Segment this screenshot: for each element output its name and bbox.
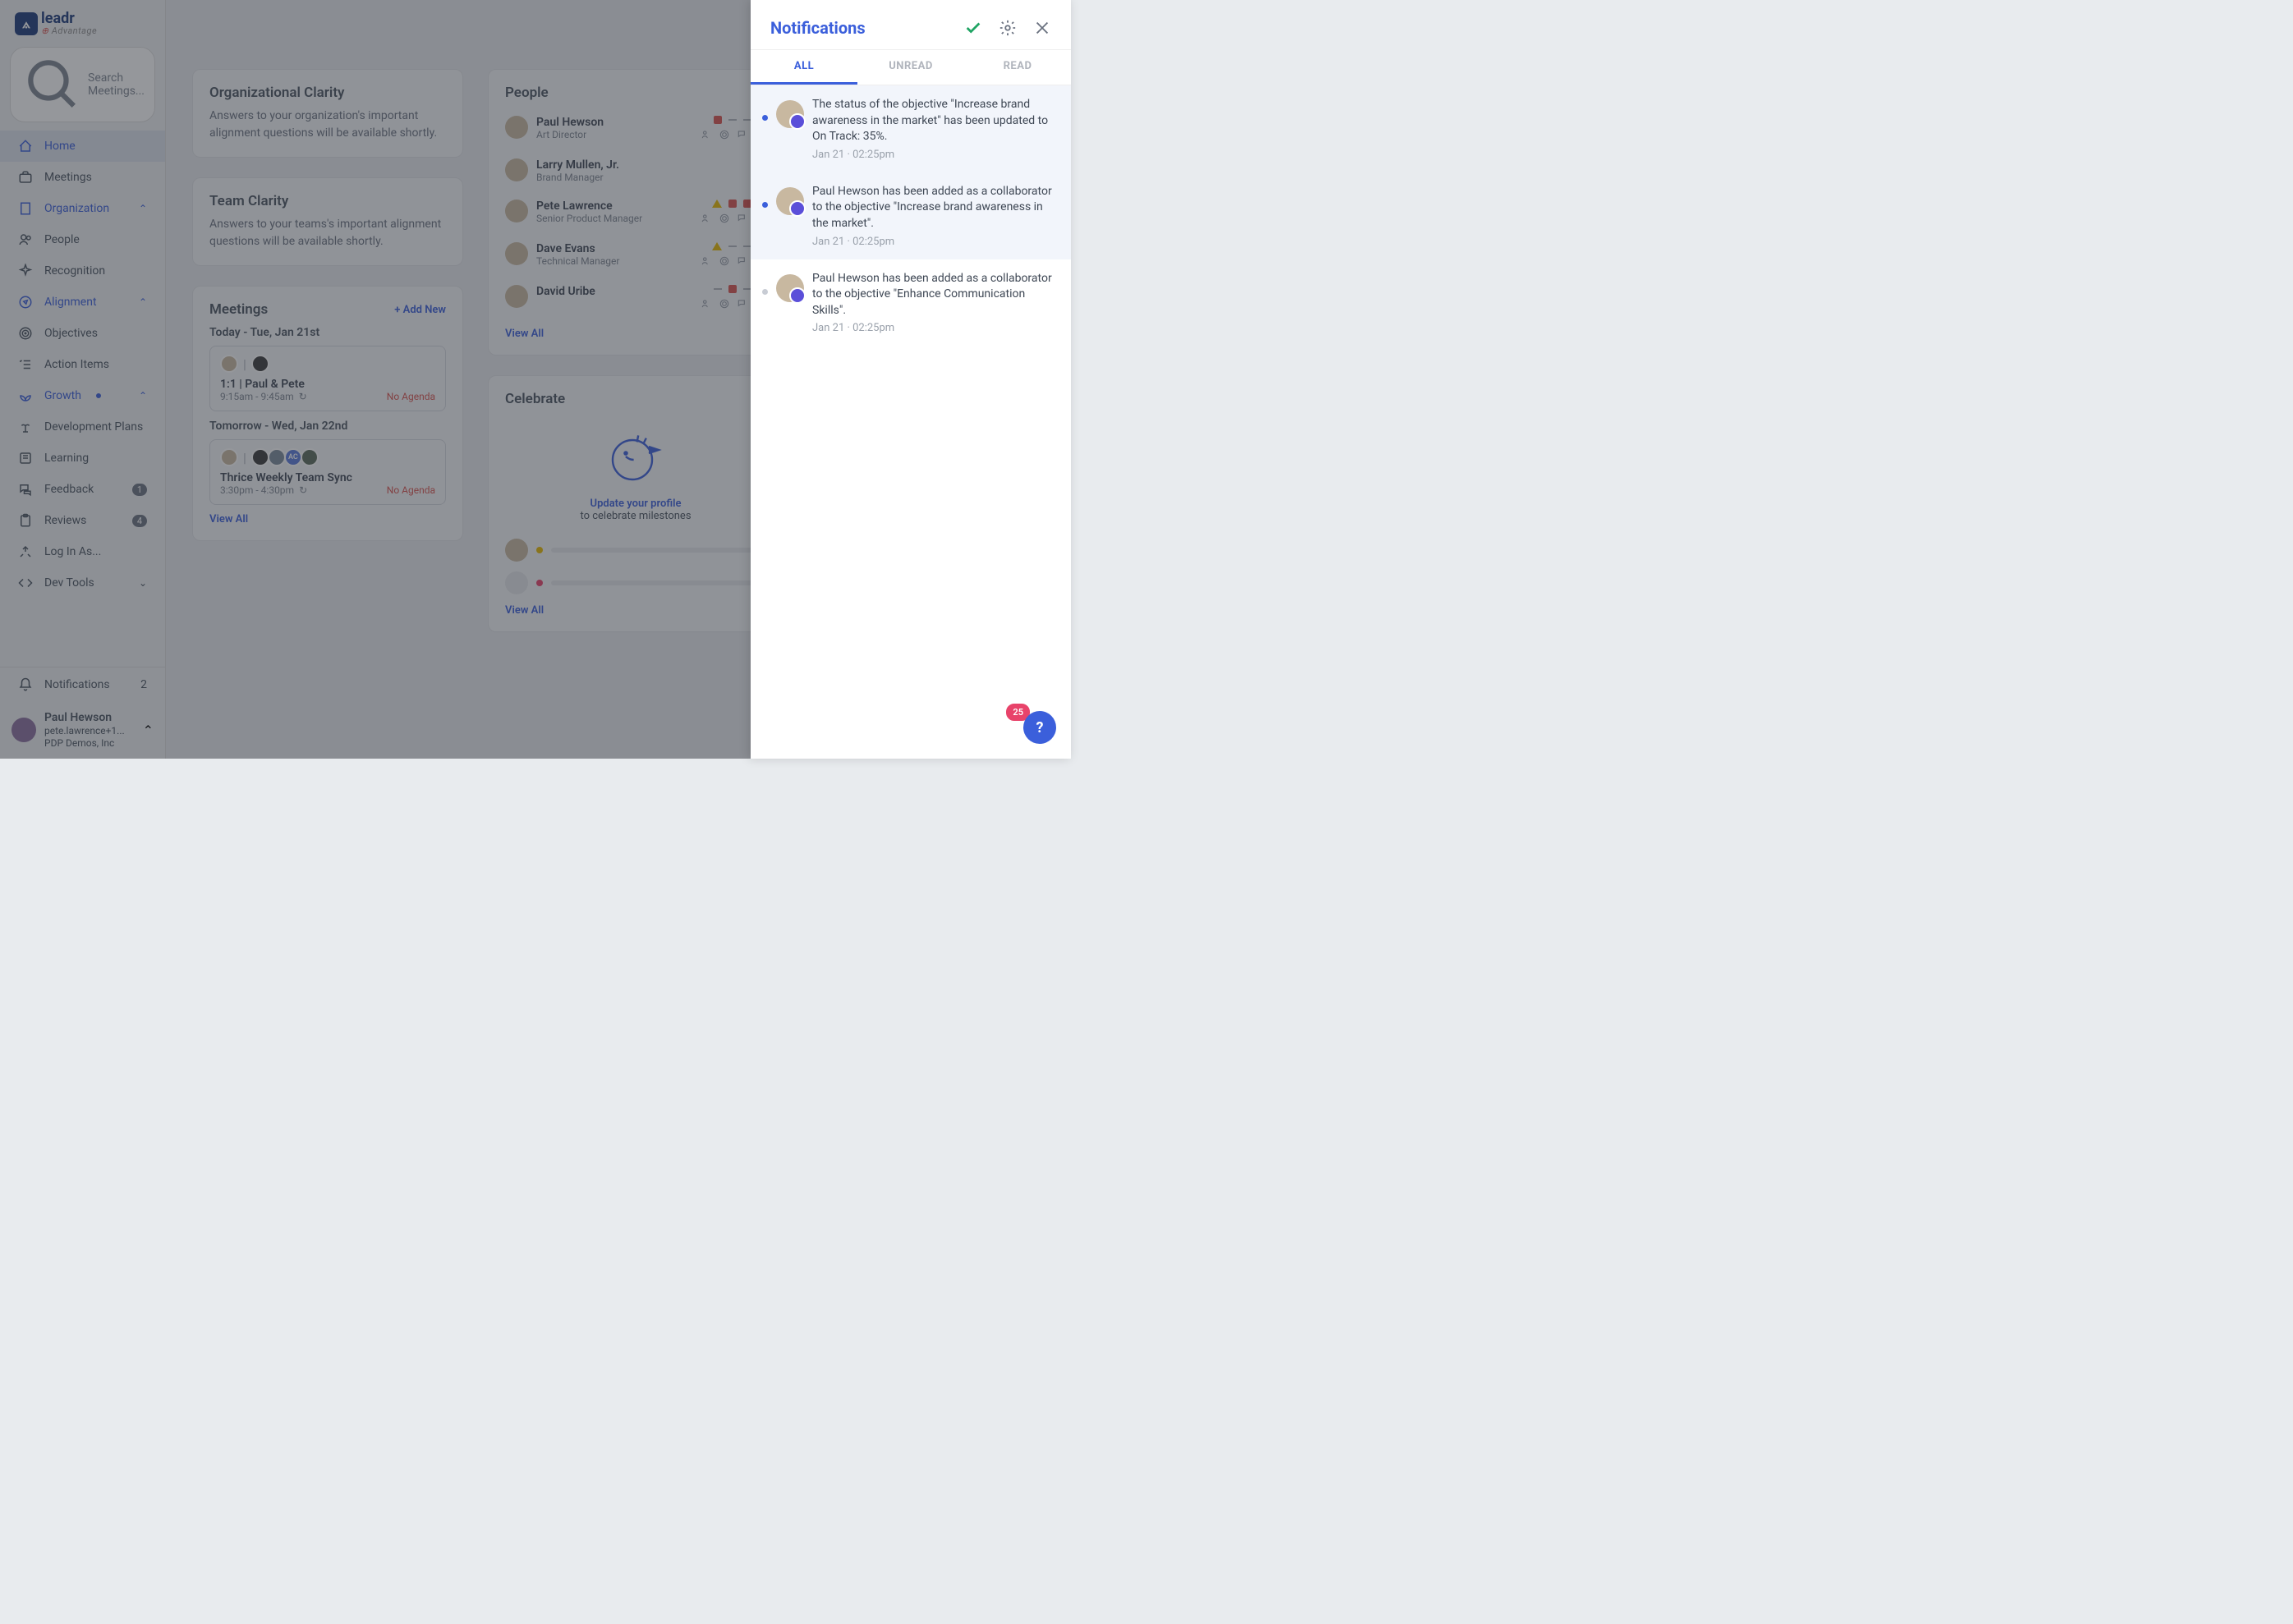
avatar xyxy=(776,100,804,128)
unread-indicator xyxy=(762,115,768,121)
notification-text: Paul Hewson has been added as a collabor… xyxy=(812,184,1055,232)
tab-unread[interactable]: UNREAD xyxy=(857,50,964,85)
panel-title: Notifications xyxy=(770,18,948,38)
avatar xyxy=(776,187,804,215)
notification-time: Jan 21 · 02:25pm xyxy=(812,322,1055,334)
settings-button[interactable] xyxy=(999,19,1017,37)
notification-time: Jan 21 · 02:25pm xyxy=(812,149,1055,161)
unread-indicator xyxy=(762,202,768,208)
unread-indicator xyxy=(762,289,768,295)
notification-item[interactable]: The status of the objective "Increase br… xyxy=(751,85,1071,172)
notification-item[interactable]: Paul Hewson has been added as a collabor… xyxy=(751,172,1071,259)
avatar xyxy=(776,274,804,302)
notification-text: Paul Hewson has been added as a collabor… xyxy=(812,271,1055,319)
notifications-panel: Notifications ALL UNREAD READ The status… xyxy=(751,0,1071,759)
notification-item[interactable]: Paul Hewson has been added as a collabor… xyxy=(751,259,1071,346)
help-button[interactable]: ? xyxy=(1023,711,1056,744)
close-button[interactable] xyxy=(1033,19,1051,37)
tab-all[interactable]: ALL xyxy=(751,50,857,85)
tab-read[interactable]: READ xyxy=(964,50,1071,85)
notification-time: Jan 21 · 02:25pm xyxy=(812,236,1055,248)
mark-read-button[interactable] xyxy=(964,19,982,37)
notification-text: The status of the objective "Increase br… xyxy=(812,97,1055,145)
